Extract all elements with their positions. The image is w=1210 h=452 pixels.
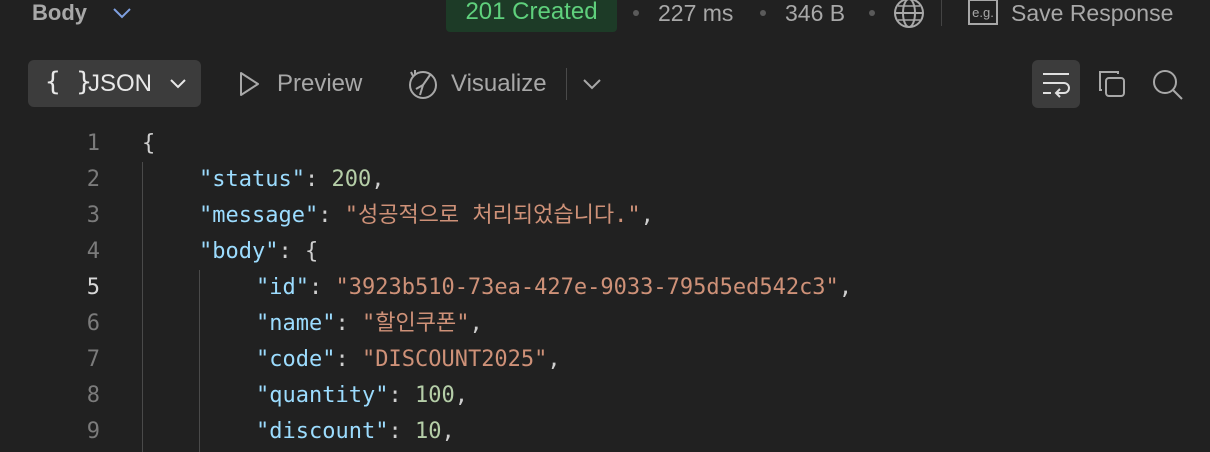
- line-number: 9: [86, 419, 100, 444]
- line-number: 4: [86, 239, 100, 264]
- code-line: 5 "id": "3923b510-73ea-427e-9033-795d5ed5…: [0, 270, 1210, 306]
- search-icon[interactable]: [1150, 67, 1186, 103]
- preview-button[interactable]: Preview: [277, 70, 362, 98]
- chevron-down-icon[interactable]: [580, 72, 604, 96]
- json-colon: :: [388, 383, 415, 408]
- response-time[interactable]: 227 ms: [658, 0, 733, 26]
- save-response-button[interactable]: Save Response: [1011, 0, 1173, 26]
- json-comma: ,: [441, 419, 455, 444]
- code-text: "quantity": 100,: [256, 378, 468, 414]
- json-comma: ,: [469, 311, 483, 336]
- json-key: "discount": [256, 419, 389, 444]
- line-number: 1: [86, 131, 100, 156]
- json-key: "body": [199, 239, 279, 264]
- json-comma: ,: [454, 383, 468, 408]
- code-text: {: [142, 126, 155, 162]
- code-text: "name": "할인쿠폰",: [256, 306, 483, 342]
- braces-icon: { }: [45, 67, 92, 97]
- json-value: 100: [414, 383, 455, 408]
- json-colon: :: [308, 275, 336, 300]
- json-value: 10: [414, 419, 442, 444]
- json-brace: {: [142, 131, 156, 156]
- json-value: "할인쿠폰": [361, 311, 470, 336]
- json-key: "quantity": [256, 383, 389, 408]
- play-icon[interactable]: [236, 70, 262, 98]
- example-icon[interactable]: e.g.: [966, 0, 1000, 26]
- line-number: 7: [86, 347, 100, 372]
- line-number: 3: [86, 203, 100, 228]
- line-number: 8: [86, 383, 100, 408]
- status-badge: 201 Created: [446, 0, 617, 32]
- code-line: 3 "message": "성공적으로 처리되었습니다.",: [0, 198, 1210, 234]
- separator-dot: [869, 10, 875, 16]
- line-number: 6: [86, 311, 100, 336]
- code-text: "id": "3923b510-73ea-427e-9033-795d5ed54…: [256, 270, 852, 306]
- json-key: "id": [256, 275, 309, 300]
- json-comma: ,: [547, 347, 561, 372]
- json-key: "code": [256, 347, 336, 372]
- json-key: "name": [256, 311, 336, 336]
- code-line: 8 "quantity": 100,: [0, 378, 1210, 414]
- code-line: 4 "body": {: [0, 234, 1210, 270]
- json-value: "성공적으로 처리되었습니다.": [344, 203, 641, 228]
- json-comma: ,: [838, 275, 853, 300]
- copy-icon[interactable]: [1096, 68, 1128, 100]
- json-colon: :: [318, 203, 345, 228]
- line-number: 5: [86, 275, 100, 300]
- json-value: "3923b510-73ea-427e-9033-795d5ed542c3": [335, 275, 839, 300]
- code-line: 7 "code": "DISCOUNT2025",: [0, 342, 1210, 378]
- code-line: 1{: [0, 126, 1210, 162]
- format-label: JSON: [88, 70, 153, 97]
- example-icon-label: e.g.: [972, 5, 994, 20]
- code-text: "code": "DISCOUNT2025",: [256, 342, 561, 378]
- json-colon: :: [335, 347, 362, 372]
- json-value: {: [304, 239, 319, 264]
- code-text: "message": "성공적으로 처리되었습니다.",: [199, 198, 654, 234]
- json-colon: :: [304, 167, 332, 192]
- code-text: "discount": 10,: [256, 414, 455, 450]
- body-tab-label[interactable]: Body: [32, 0, 87, 26]
- json-comma: ,: [371, 167, 385, 192]
- separator-dot: [633, 10, 639, 16]
- visualize-icon[interactable]: [406, 67, 440, 101]
- response-body-editor[interactable]: 1{2 "status": 200, 3 "message": "성공적으로 처리되었…: [0, 126, 1210, 452]
- code-text: "body": {: [199, 234, 318, 270]
- code-line: 6 "name": "할인쿠폰",: [0, 306, 1210, 342]
- json-comma: ,: [640, 203, 654, 228]
- visualize-button[interactable]: Visualize: [451, 70, 547, 98]
- format-dropdown[interactable]: { } JSON: [28, 60, 201, 107]
- json-colon: :: [278, 239, 305, 264]
- divider: [566, 68, 567, 100]
- response-status-bar: Body 201 Created 227 ms 346 B e.g. Save …: [0, 0, 1210, 32]
- separator-dot: [760, 10, 766, 16]
- line-number: 2: [86, 167, 100, 192]
- wrap-lines-icon: [1043, 73, 1070, 98]
- json-key: "message": [199, 203, 319, 228]
- chevron-down-icon: [170, 79, 186, 89]
- globe-icon[interactable]: [892, 0, 926, 30]
- json-colon: :: [335, 311, 362, 336]
- json-colon: :: [388, 419, 415, 444]
- code-text: "status": 200,: [199, 162, 384, 198]
- json-key: "status": [199, 167, 305, 192]
- code-line: 2 "status": 200,: [0, 162, 1210, 198]
- code-line: 9 "discount": 10,: [0, 414, 1210, 450]
- chevron-down-icon[interactable]: [110, 3, 134, 23]
- response-size[interactable]: 346 B: [785, 0, 845, 26]
- json-value: 200: [331, 167, 372, 192]
- divider: [941, 0, 942, 26]
- wrap-lines-button[interactable]: [1032, 60, 1080, 108]
- json-value: "DISCOUNT2025": [361, 347, 548, 372]
